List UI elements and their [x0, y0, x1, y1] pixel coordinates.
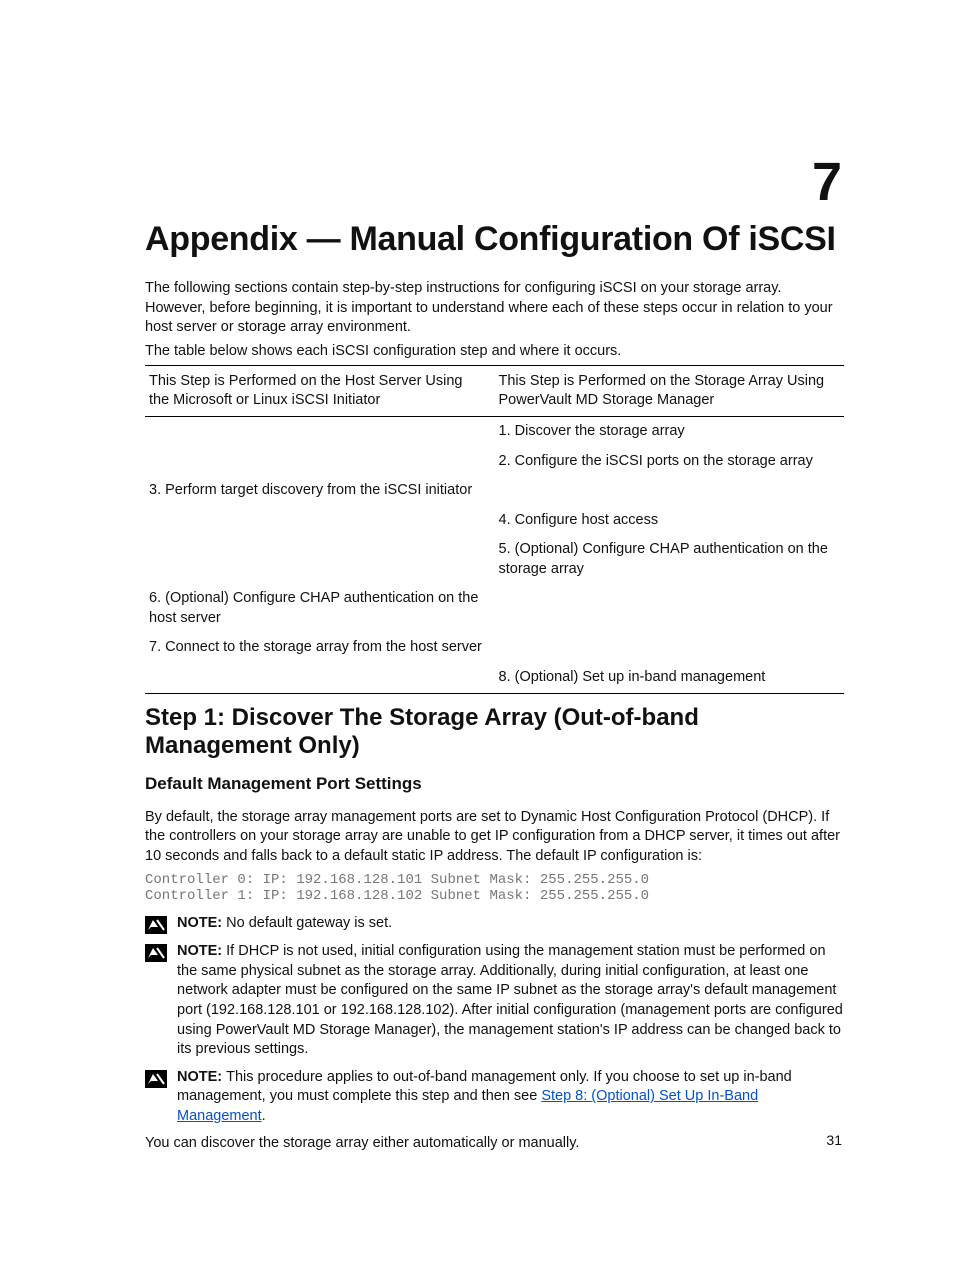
table-cell-array: 5. (Optional) Configure CHAP authenticat…	[495, 535, 845, 584]
table-row: 3. Perform target discovery from the iSC…	[145, 476, 844, 506]
table-cell-host	[145, 447, 495, 477]
intro-paragraph-2: The table below shows each iSCSI configu…	[145, 342, 844, 362]
table-cell-host	[145, 416, 495, 446]
table-row: 2. Configure the iSCSI ports on the stor…	[145, 447, 844, 477]
table-header-host: This Step is Performed on the Host Serve…	[145, 366, 495, 417]
step1-heading: Step 1: Discover The Storage Array (Out-…	[145, 704, 844, 760]
table-row: 1. Discover the storage array	[145, 416, 844, 446]
table-row: 5. (Optional) Configure CHAP authenticat…	[145, 535, 844, 584]
code-block-ip-config: Controller 0: IP: 192.168.128.101 Subnet…	[145, 872, 844, 904]
note-text-after: .	[262, 1108, 266, 1124]
table-cell-host	[145, 663, 495, 693]
table-cell-host	[145, 535, 495, 584]
page-title: Appendix — Manual Configuration Of iSCSI	[145, 220, 844, 259]
table-cell-array: 2. Configure the iSCSI ports on the stor…	[495, 447, 845, 477]
table-cell-array: 1. Discover the storage array	[495, 416, 845, 446]
table-row: 7. Connect to the storage array from the…	[145, 633, 844, 663]
intro-paragraph-1: The following sections contain step-by-s…	[145, 279, 844, 338]
table-cell-array	[495, 476, 845, 506]
table-cell-array: 4. Configure host access	[495, 506, 845, 536]
note-label: NOTE:	[177, 943, 226, 959]
note-1: NOTE: No default gateway is set.	[177, 914, 844, 934]
table-cell-host: 7. Connect to the storage array from the…	[145, 633, 495, 663]
note-text: If DHCP is not used, initial configurati…	[177, 943, 843, 1057]
table-header-array: This Step is Performed on the Storage Ar…	[495, 366, 845, 417]
body-paragraph: By default, the storage array management…	[145, 808, 844, 867]
table-row: 6. (Optional) Configure CHAP authenticat…	[145, 584, 844, 633]
note-3: NOTE: This procedure applies to out-of-b…	[177, 1068, 844, 1127]
table-row: 4. Configure host access	[145, 506, 844, 536]
table-cell-array	[495, 584, 845, 633]
chapter-number: 7	[812, 155, 842, 209]
note-2: NOTE: If DHCP is not used, initial confi…	[177, 942, 844, 1059]
table-cell-host: 3. Perform target discovery from the iSC…	[145, 476, 495, 506]
note-label: NOTE:	[177, 915, 226, 931]
note-text: No default gateway is set.	[226, 915, 392, 931]
config-steps-table: This Step is Performed on the Host Serve…	[145, 365, 844, 693]
page-number: 31	[826, 1132, 842, 1148]
table-cell-array	[495, 633, 845, 663]
table-cell-host	[145, 506, 495, 536]
table-row: 8. (Optional) Set up in-band management	[145, 663, 844, 693]
subheading-default-port: Default Management Port Settings	[145, 774, 844, 794]
closing-paragraph: You can discover the storage array eithe…	[145, 1134, 844, 1154]
table-cell-host: 6. (Optional) Configure CHAP authenticat…	[145, 584, 495, 633]
note-label: NOTE:	[177, 1069, 226, 1085]
note-icon	[145, 916, 167, 934]
note-icon	[145, 1070, 167, 1088]
note-icon	[145, 944, 167, 962]
table-cell-array: 8. (Optional) Set up in-band management	[495, 663, 845, 693]
